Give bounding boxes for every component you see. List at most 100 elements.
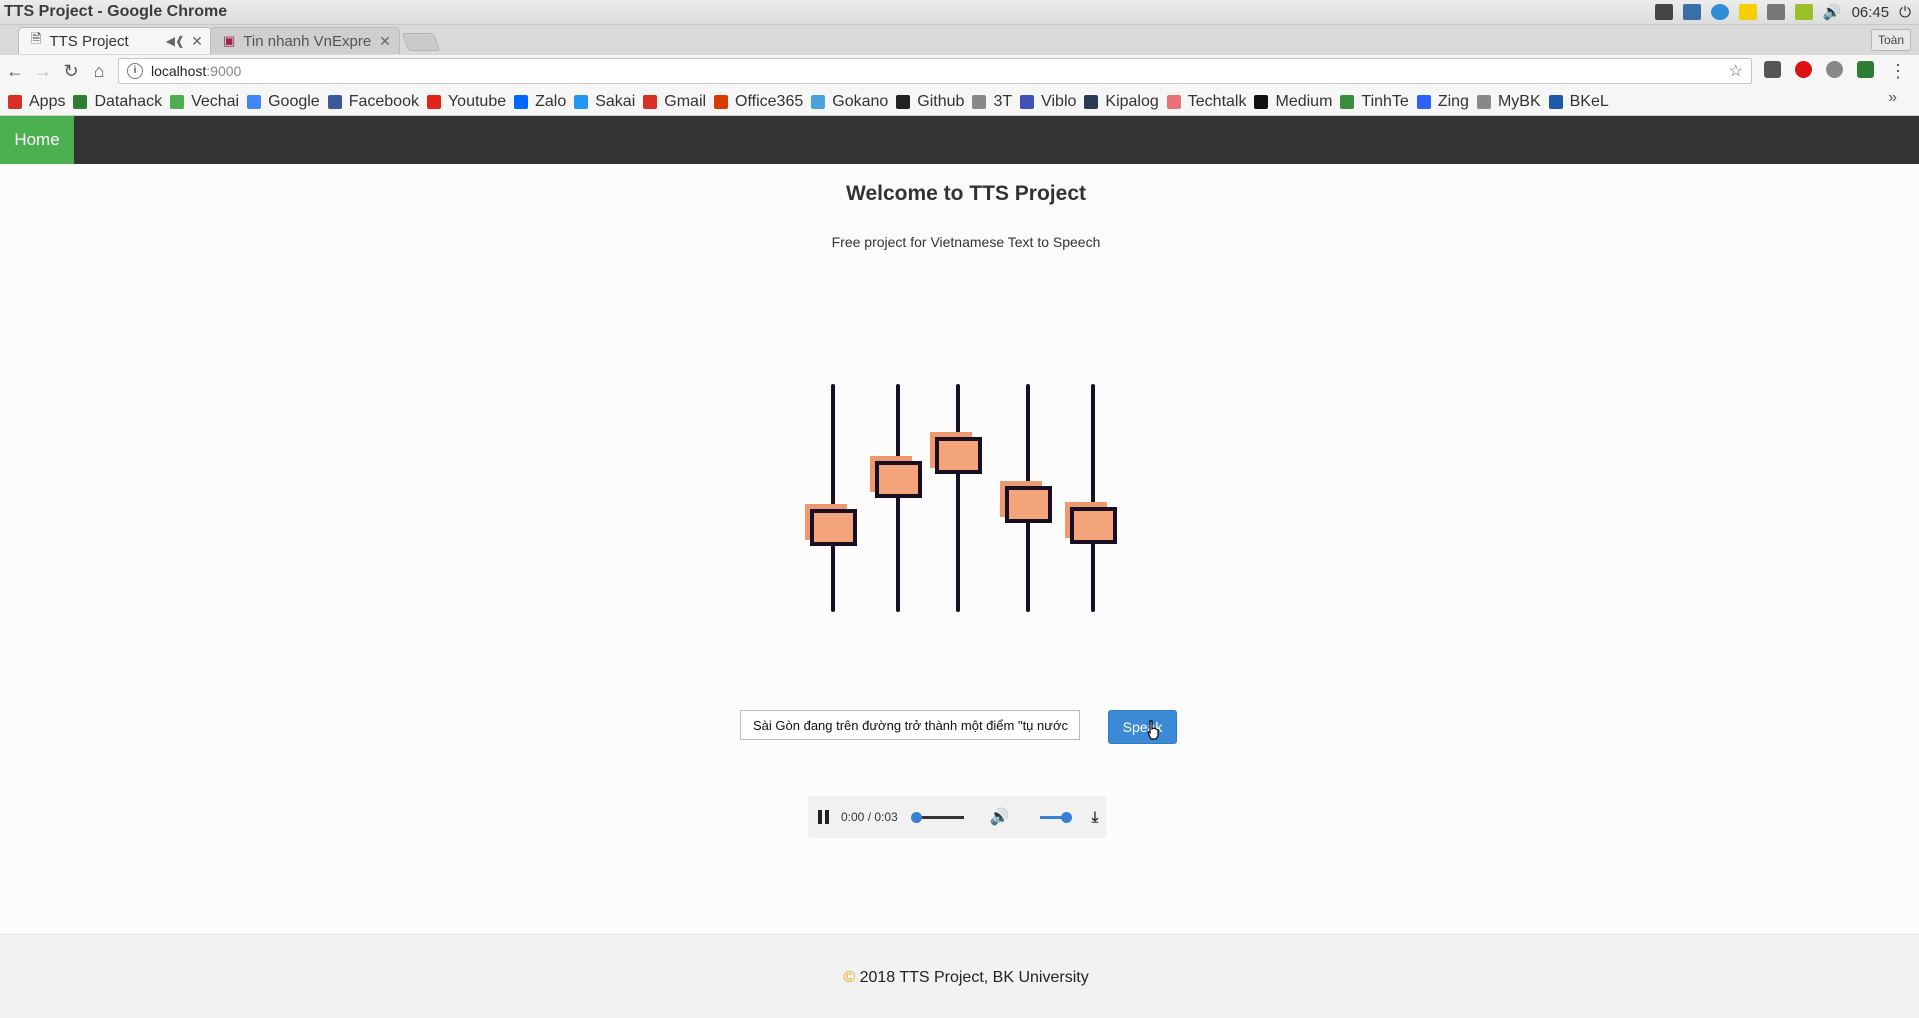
volume-slider-thumb[interactable]: [1060, 811, 1072, 823]
bookmark-gmail[interactable]: Gmail: [643, 93, 706, 111]
medium-icon: [1254, 95, 1269, 109]
new-tab-button[interactable]: [401, 33, 441, 51]
download-icon[interactable]: ⤓: [1092, 809, 1099, 826]
seek-slider[interactable]: [910, 811, 964, 823]
app-icon[interactable]: [1682, 4, 1701, 20]
page-title: Welcome to TTS Project: [846, 182, 1086, 205]
bookmarks-bar: Apps Datahack Vechai Google Facebook Youtube Z…: [0, 89, 1919, 116]
nav-home-link[interactable]: Home: [0, 116, 74, 164]
bookmark-google[interactable]: Google: [247, 93, 320, 111]
menu-icon[interactable]: ⋮: [1889, 61, 1907, 82]
close-tab-icon[interactable]: ✕: [377, 33, 393, 50]
bookmark-label: Sakai: [595, 93, 636, 110]
notes-icon[interactable]: [1738, 4, 1757, 20]
bookmark-kipalog[interactable]: Kipalog: [1084, 93, 1159, 111]
bookmark-youtube[interactable]: Youtube: [426, 93, 507, 111]
pause-icon[interactable]: [818, 810, 830, 824]
bookmark-mybk[interactable]: MyBK: [1476, 93, 1541, 111]
adblock-extension-icon[interactable]: [1795, 61, 1812, 78]
equalizer-illustration: [805, 384, 1117, 612]
window-title: TTS Project - Google Chrome: [4, 3, 228, 20]
zalo-icon: [514, 95, 529, 109]
bookmark-viblo[interactable]: Viblo: [1020, 93, 1076, 111]
download-extension-icon[interactable]: [1857, 61, 1874, 78]
tab-vnexpress[interactable]: ▣ Tin nhanh VnExpre ✕: [210, 27, 400, 54]
bookmark-zalo[interactable]: Zalo: [514, 93, 566, 111]
browser-toolbar: ← → ↻ ⌂ i localhost :9000 ☆ ⋮: [0, 55, 1919, 89]
datahack-icon: [73, 95, 88, 109]
bookmark-medium[interactable]: Medium: [1254, 93, 1332, 111]
teamviewer-icon[interactable]: [1710, 4, 1729, 20]
bookmark-sakai[interactable]: Sakai: [574, 93, 635, 111]
bookmark-label: Google: [268, 93, 320, 110]
bookmark-apps[interactable]: Apps: [8, 93, 65, 111]
vnexpress-icon: ▣: [223, 33, 236, 48]
address-bar[interactable]: i localhost :9000 ☆: [118, 58, 1752, 84]
bookmark-label: Techtalk: [1187, 93, 1247, 110]
audio-time: 0:00 / 0:03: [841, 810, 898, 824]
bookmark-label: Viblo: [1041, 93, 1077, 110]
bookmark-zing[interactable]: Zing: [1416, 93, 1469, 111]
tab-tts-project[interactable]: 🗎 TTS Project ◀❰ ✕: [18, 27, 212, 54]
bookmark-star-icon[interactable]: ☆: [1729, 61, 1743, 81]
footer: © 2018 TTS Project, BK University: [0, 934, 1919, 1018]
bookmark-datahack[interactable]: Datahack: [73, 93, 162, 111]
camera-icon[interactable]: [1654, 4, 1673, 20]
reload-icon[interactable]: ↻: [60, 61, 82, 82]
info-icon[interactable]: i: [127, 63, 143, 79]
google-icon: [247, 95, 262, 109]
zing-icon: [1416, 95, 1431, 109]
system-tray: 🔊 06:45 ⏻: [1654, 2, 1911, 22]
volume-tray-icon[interactable]: 🔊: [1823, 3, 1842, 21]
power-icon[interactable]: ⏻: [1899, 4, 1911, 21]
speaker-muted-icon[interactable]: ◀❰: [166, 34, 185, 48]
eyedropper-extension-icon[interactable]: [1764, 61, 1781, 78]
bookmark-label: Datahack: [94, 93, 163, 110]
footer-text: © 2018 TTS Project, BK University: [0, 969, 1919, 987]
bkel-icon: [1548, 95, 1563, 109]
bookmark-tinhte[interactable]: TinhTe: [1340, 93, 1409, 111]
bookmark-techtalk[interactable]: Techtalk: [1166, 93, 1247, 111]
top-nav: Home: [0, 116, 1919, 164]
bookmark-3t[interactable]: 3T: [972, 93, 1012, 111]
forward-arrow-icon[interactable]: →: [32, 61, 54, 82]
hand-cursor-icon: [1147, 720, 1159, 740]
bookmark-github[interactable]: Github: [896, 93, 964, 111]
volume-slider[interactable]: [1039, 811, 1072, 823]
back-arrow-icon[interactable]: ←: [4, 61, 26, 82]
bookmark-label: Gokano: [832, 93, 889, 110]
bookmark-label: Youtube: [447, 93, 507, 110]
page-icon: [1476, 95, 1491, 109]
footer-copyright-text: 2018 TTS Project, BK University: [859, 969, 1089, 986]
techtalk-icon: [1166, 95, 1181, 109]
tab-label: TTS Project: [49, 32, 129, 50]
seek-slider-thumb[interactable]: [910, 811, 922, 823]
speak-button[interactable]: Speak: [1108, 710, 1177, 744]
bookmark-vechai[interactable]: Vechai: [170, 93, 239, 111]
wifi-icon[interactable]: [1794, 4, 1813, 20]
page-icon: [972, 95, 987, 109]
network-transfer-icon[interactable]: [1766, 4, 1785, 20]
settings-extension-icon[interactable]: [1826, 61, 1843, 78]
clock[interactable]: 06:45: [1852, 4, 1890, 21]
url-host: localhost: [151, 63, 207, 79]
bookmark-facebook[interactable]: Facebook: [327, 93, 419, 111]
more-bookmarks-icon[interactable]: »: [1888, 89, 1897, 107]
bookmark-gokano[interactable]: Gokano: [811, 93, 888, 111]
url-port: :9000: [206, 63, 242, 79]
home-icon[interactable]: ⌂: [88, 61, 110, 82]
close-tab-icon[interactable]: ✕: [189, 33, 205, 50]
office-icon: [714, 95, 729, 109]
audio-player: 0:00 / 0:03 🔊 ⤓: [808, 796, 1106, 838]
bookmark-label: BKeL: [1569, 93, 1609, 110]
bookmark-bkel[interactable]: BKeL: [1548, 93, 1609, 111]
volume-icon[interactable]: 🔊: [990, 807, 1010, 827]
viblo-icon: [1020, 95, 1035, 109]
bookmark-label: MyBK: [1497, 93, 1541, 110]
bookmark-office365[interactable]: Office365: [714, 93, 803, 111]
text-input[interactable]: Sài Gòn đang trên đường trở thành một đi…: [740, 710, 1080, 740]
gokano-icon: [811, 95, 826, 109]
apps-grid-icon: [8, 95, 22, 109]
bookmark-label: Facebook: [348, 93, 419, 110]
profile-button[interactable]: Toàn: [1870, 29, 1911, 51]
